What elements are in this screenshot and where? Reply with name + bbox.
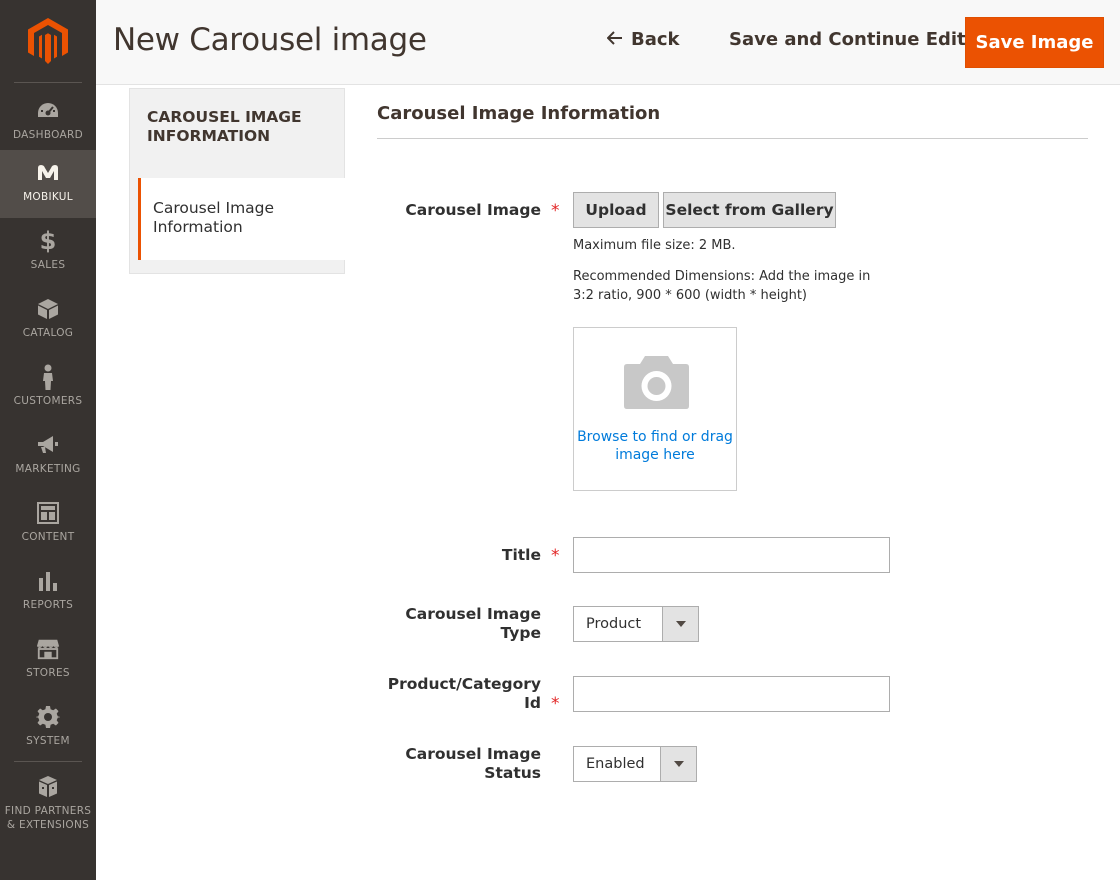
carousel-image-type-label: Carousel Image Type: [405, 605, 541, 642]
max-file-size-note: Maximum file size: 2 MB.: [573, 238, 736, 253]
sidebar-item-label: MARKETING: [15, 463, 81, 475]
section-divider: [377, 138, 1088, 139]
required-asterisk: *: [551, 694, 560, 714]
carousel-image-status-select[interactable]: Enabled: [573, 746, 697, 782]
title-label: Title: [501, 546, 541, 564]
image-dropzone[interactable]: Browse to find or drag image here: [573, 327, 737, 491]
layout-icon: [36, 501, 60, 525]
tab-carousel-image-information[interactable]: Carousel Image Information: [138, 178, 345, 260]
bar-chart-icon: [36, 569, 60, 593]
sidebar-item-label: MOBIKUL: [23, 191, 73, 203]
admin-sidebar: DASHBOARD MOBIKUL $ SALES CATALOG CUSTOM…: [0, 0, 96, 880]
tabs-title: CAROUSEL IMAGE INFORMATION: [147, 108, 302, 145]
sidebar-item-label: DASHBOARD: [12, 129, 83, 141]
section-title: Carousel Image Information: [377, 103, 661, 124]
select-value: Product: [586, 616, 642, 632]
person-icon: [36, 364, 60, 390]
sidebar-item-label: SYSTEM: [26, 735, 70, 747]
sidebar-item-label: CUSTOMERS: [13, 395, 83, 407]
tab-label: Carousel Image Information: [153, 199, 275, 236]
sidebar-item-marketing[interactable]: MARKETING: [0, 422, 96, 490]
sidebar-item-reports[interactable]: REPORTS: [0, 558, 96, 626]
storefront-icon: [36, 637, 60, 661]
sidebar-item-label: FIND PARTNERS & EXTENSIONS: [4, 805, 92, 831]
dropzone-text: Browse to find or drag image here: [577, 429, 733, 463]
sidebar-item-label: REPORTS: [22, 599, 74, 611]
box-icon: [36, 297, 60, 321]
save-continue-button[interactable]: Save and Continue Edit: [729, 29, 966, 50]
sidebar-item-label: CONTENT: [21, 531, 75, 543]
arrow-left-icon: [606, 29, 623, 50]
sidebar-item-content[interactable]: CONTENT: [0, 490, 96, 558]
magento-logo[interactable]: [0, 0, 96, 82]
carousel-image-label: Carousel Image: [405, 201, 541, 219]
gear-icon: [36, 705, 60, 729]
cubes-icon: [36, 775, 60, 799]
product-category-id-label: Product/Category Id: [387, 675, 541, 712]
sidebar-item-label: STORES: [26, 667, 70, 679]
sidebar-item-label: CATALOG: [22, 327, 74, 339]
dashboard-icon: [36, 99, 60, 123]
mobikul-icon: [36, 161, 60, 185]
sidebar-item-sales[interactable]: $ SALES: [0, 218, 96, 286]
save-image-button[interactable]: Save Image: [965, 17, 1104, 68]
sidebar-item-dashboard[interactable]: DASHBOARD: [0, 88, 96, 156]
select-from-gallery-button[interactable]: Select from Gallery: [663, 192, 836, 228]
sidebar-item-mobikul[interactable]: MOBIKUL: [0, 150, 96, 218]
sidebar-item-customers[interactable]: CUSTOMERS: [0, 354, 96, 422]
sidebar-item-label: SALES: [30, 259, 66, 271]
page-header: New Carousel image Back Save and Continu…: [96, 0, 1120, 85]
sidebar-item-catalog[interactable]: CATALOG: [0, 286, 96, 354]
megaphone-icon: [36, 433, 60, 457]
title-input[interactable]: [573, 537, 890, 573]
page-title: New Carousel image: [113, 22, 427, 58]
sidebar-item-system[interactable]: SYSTEM: [0, 694, 96, 762]
dollar-icon: $: [39, 227, 57, 255]
camera-icon: [623, 354, 690, 414]
required-asterisk: *: [551, 546, 560, 566]
chevron-down-icon: [660, 747, 696, 781]
sidebar-divider: [14, 761, 82, 762]
tabs-panel: CAROUSEL IMAGE INFORMATION Carousel Imag…: [129, 88, 345, 274]
back-button-label: Back: [631, 29, 680, 50]
carousel-image-type-select[interactable]: Product: [573, 606, 699, 642]
product-category-id-input[interactable]: [573, 676, 890, 712]
magento-logo-icon: [28, 18, 68, 64]
chevron-down-icon: [662, 607, 698, 641]
required-asterisk: *: [551, 201, 560, 221]
back-button[interactable]: Back: [606, 29, 680, 50]
recommended-dimensions-note: Recommended Dimensions: Add the image in…: [573, 269, 871, 303]
select-value: Enabled: [586, 756, 645, 772]
sidebar-divider: [14, 82, 82, 83]
sidebar-item-find-partners[interactable]: FIND PARTNERS & EXTENSIONS: [0, 764, 96, 844]
upload-button[interactable]: Upload: [573, 192, 659, 228]
sidebar-item-stores[interactable]: STORES: [0, 626, 96, 694]
carousel-image-status-label: Carousel Image Status: [405, 745, 541, 782]
